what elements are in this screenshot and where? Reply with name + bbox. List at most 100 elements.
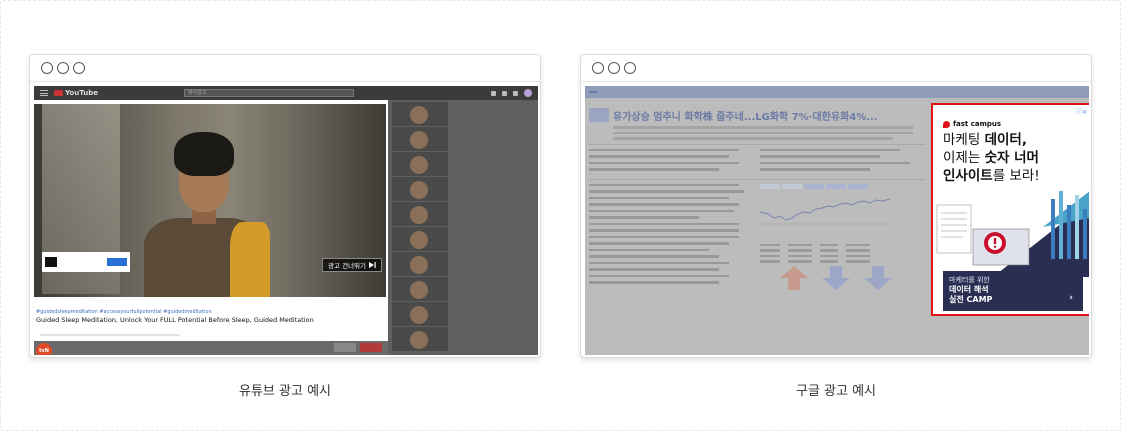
news-link[interactable] <box>589 203 739 206</box>
divider <box>589 178 925 180</box>
fastcampus-logo-icon <box>943 120 950 128</box>
search-input[interactable]: 바이알고 <box>183 89 354 97</box>
news-link[interactable] <box>589 255 719 258</box>
news-link[interactable] <box>589 261 729 264</box>
youtube-screenshot: YouTube 바이알고 광고 건너뛰기 #guidedsleepmeditat… <box>34 86 538 355</box>
news-link[interactable] <box>589 268 719 271</box>
headline-row: 유가상승 멈추니 화학株 줍주네...LG화학 7%·대한유화4%... <box>589 108 925 123</box>
topbar-icons <box>491 89 532 97</box>
subscribe-button[interactable] <box>360 343 382 352</box>
window-dot-icon <box>73 62 85 74</box>
news-main-column: 유가상승 멈추니 화학株 줍주네...LG화학 7%·대한유화4%... <box>589 108 925 355</box>
news-link[interactable] <box>589 190 744 193</box>
news-link[interactable] <box>589 242 729 245</box>
index-chart-panel <box>760 183 920 244</box>
arrow-up-icon <box>780 265 808 290</box>
news-link[interactable] <box>760 161 910 164</box>
suggested-video-item[interactable] <box>392 327 538 351</box>
suggested-video-item[interactable] <box>392 252 538 276</box>
video-thumbnail <box>392 277 448 301</box>
news-link[interactable] <box>589 222 739 225</box>
index-sparkline <box>760 198 890 224</box>
ad-illustration <box>936 191 1089 277</box>
ad-banner-button[interactable] <box>107 258 127 266</box>
news-link[interactable] <box>589 274 729 277</box>
video-thumbnail <box>392 302 448 326</box>
youtube-topbar: YouTube 바이알고 <box>34 86 538 100</box>
ad-choices-close-icon[interactable]: ⓘ✕ <box>1076 107 1087 116</box>
market-trend-arrows <box>780 265 925 290</box>
caption-google: 구글 광고 예시 <box>795 384 877 399</box>
ad-headline-line-1: 마케팅 데이터, <box>943 132 1027 149</box>
video-player[interactable]: 광고 건너뛰기 <box>34 104 386 297</box>
news-link[interactable] <box>589 229 739 232</box>
nav-item-home[interactable] <box>589 91 597 93</box>
index-row[interactable] <box>760 249 925 252</box>
index-tab[interactable] <box>782 183 802 189</box>
window-dot-icon <box>608 62 620 74</box>
arrow-down-icon <box>822 265 850 290</box>
index-tab[interactable] <box>760 183 780 189</box>
ad-headline-text: 마케팅 <box>943 132 985 148</box>
news-link[interactable] <box>760 168 870 171</box>
ad-cta-button[interactable]: 마케터를 위한 데이터 해석 실전 CAMP › <box>943 271 1083 311</box>
channel-avatar[interactable]: tvN <box>36 343 52 355</box>
join-button[interactable] <box>334 343 356 352</box>
suggested-video-item[interactable] <box>392 202 538 226</box>
news-link[interactable] <box>589 161 739 164</box>
suggested-video-item[interactable] <box>392 152 538 176</box>
suggested-video-item[interactable] <box>392 127 538 151</box>
news-link[interactable] <box>589 281 719 284</box>
suggested-video-item[interactable] <box>392 302 538 326</box>
youtube-example-window: YouTube 바이알고 광고 건너뛰기 #guidedsleepmeditat… <box>29 54 541 358</box>
channel-row: tvN <box>34 341 388 355</box>
suggested-video-item[interactable] <box>392 277 538 301</box>
upload-icon[interactable] <box>491 90 496 96</box>
avatar[interactable] <box>524 89 532 97</box>
news-link[interactable] <box>589 148 739 151</box>
youtube-play-icon <box>54 90 63 96</box>
index-row[interactable] <box>760 243 925 246</box>
news-link[interactable] <box>589 216 699 219</box>
news-link[interactable] <box>589 209 734 212</box>
chevron-right-icon: › <box>1069 293 1073 303</box>
hamburger-menu-icon[interactable] <box>40 90 48 96</box>
overlay-ad-banner[interactable] <box>42 252 130 272</box>
headline-thumbnail[interactable] <box>589 108 609 122</box>
news-link[interactable] <box>589 155 729 158</box>
headline[interactable]: 유가상승 멈추니 화학株 줍주네...LG화학 7%·대한유화4%... <box>613 108 878 123</box>
video-hashtags[interactable]: #guidedsleepmeditation #accessyourfullpo… <box>36 309 212 315</box>
headline-summary <box>589 122 925 140</box>
notification-bell-icon[interactable] <box>513 90 518 96</box>
divider <box>589 143 925 145</box>
index-tab[interactable] <box>848 183 868 189</box>
news-link[interactable] <box>589 183 739 186</box>
video-thumbnail <box>392 127 448 151</box>
news-link[interactable] <box>589 196 729 199</box>
suggested-video-item[interactable] <box>392 227 538 251</box>
index-tab[interactable] <box>826 183 846 189</box>
index-row[interactable] <box>760 260 925 263</box>
ad-logo-icon <box>45 257 57 267</box>
video-frame-person-hair <box>174 132 234 176</box>
video-thumbnail <box>392 327 448 351</box>
index-tab[interactable] <box>804 183 824 189</box>
skip-ad-button[interactable]: 광고 건너뛰기 <box>322 258 382 272</box>
news-link[interactable] <box>589 248 709 251</box>
suggested-video-item[interactable] <box>392 102 538 126</box>
google-display-ad[interactable]: ⓘ✕ fast campus 마케팅 데이터, 이제는 숫자 너머 인사이트를 … <box>931 103 1089 316</box>
skip-next-icon <box>369 262 376 268</box>
apps-grid-icon[interactable] <box>502 90 507 96</box>
youtube-logo[interactable]: YouTube <box>54 89 98 97</box>
suggested-video-item[interactable] <box>392 177 538 201</box>
news-link[interactable] <box>589 235 739 238</box>
news-link[interactable] <box>589 168 719 171</box>
news-link[interactable] <box>760 148 900 151</box>
arrow-down-icon <box>864 265 892 290</box>
index-row[interactable] <box>760 254 925 257</box>
market-news-list <box>589 183 754 290</box>
video-thumbnail <box>392 102 448 126</box>
window-dot-icon <box>624 62 636 74</box>
suggested-videos <box>392 102 538 355</box>
news-link[interactable] <box>760 155 880 158</box>
